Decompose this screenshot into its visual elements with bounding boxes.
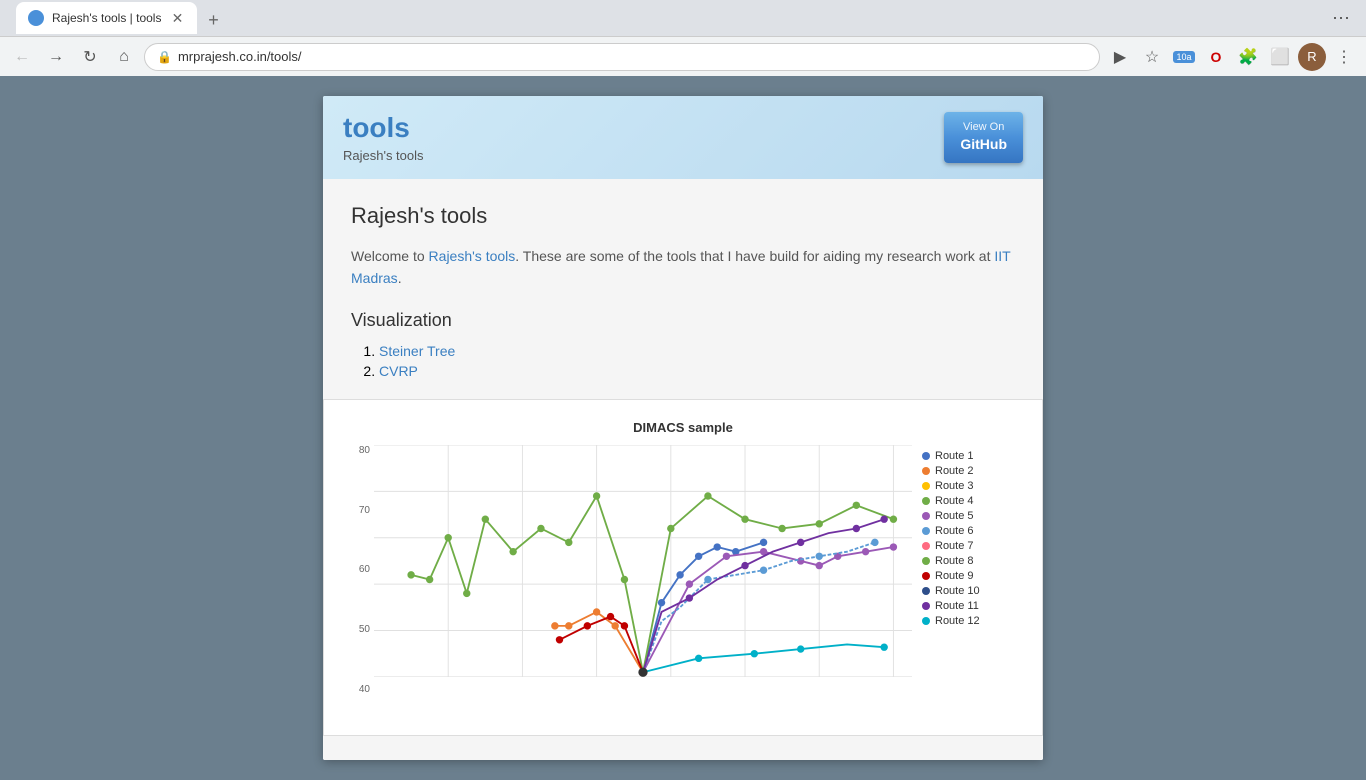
route3-label: Route 3 [935,480,974,492]
legend-route2: Route 2 [922,465,1022,477]
legend-route8: Route 8 [922,555,1022,567]
chart-svg [374,445,912,677]
chart-container: DIMACS sample 80 70 60 50 40 [323,399,1043,736]
back-button[interactable]: ← [8,43,36,71]
legend-route6: Route 6 [922,525,1022,537]
route10-label: Route 10 [935,585,980,597]
github-btn-line2: GitHub [960,135,1007,155]
y-label-70: 70 [359,505,370,516]
nav-bar: ← → ↻ ⌂ 🔒 ▶ ☆ 10a O 🧩 ⬜ R ⋮ [0,36,1366,76]
profile-avatar[interactable]: R [1298,43,1326,71]
forward-button[interactable]: → [42,43,70,71]
route2-dot [922,467,930,475]
new-tab-button[interactable]: + [199,6,227,34]
address-bar[interactable]: 🔒 [144,43,1100,71]
y-label-80: 80 [359,445,370,456]
route5-label: Route 5 [935,510,974,522]
route12-dot [922,617,930,625]
list-item: CVRP [379,363,1015,379]
tab-bar: Rajesh's tools | tools ✕ + [8,2,235,34]
legend-route11: Route 11 [922,600,1022,612]
github-button[interactable]: View On GitHub [944,112,1023,163]
route6-dot [922,527,930,535]
legend-route9: Route 9 [922,570,1022,582]
card-header: tools Rajesh's tools View On GitHub [323,96,1043,179]
card-body: Rajesh's tools Welcome to Rajesh's tools… [323,179,1043,760]
tab-favicon [28,10,44,26]
route4-dot [922,497,930,505]
chart-legend: Route 1 Route 2 Route 3 Route 4 [922,445,1022,715]
active-tab[interactable]: Rajesh's tools | tools ✕ [16,2,197,34]
route6-label: Route 6 [935,525,974,537]
more-button[interactable]: ⋮ [1330,43,1358,71]
route1-dot [922,452,930,460]
cast-icon[interactable]: ▶ [1106,43,1134,71]
route7-dot [922,542,930,550]
legend-route10: Route 10 [922,585,1022,597]
chart-plot: 80 70 60 50 40 [344,445,912,715]
route3-dot [922,482,930,490]
route2-label: Route 2 [935,465,974,477]
browser-chrome: Rajesh's tools | tools ✕ + ⋯ ← → ↻ ⌂ 🔒 ▶… [0,0,1366,76]
route4-label: Route 4 [935,495,974,507]
site-title: tools [343,112,424,144]
route8-dot [922,557,930,565]
list-item: Steiner Tree [379,343,1015,359]
y-label-40: 40 [359,684,370,695]
tab-close-button[interactable]: ✕ [169,10,185,26]
header-text: tools Rajesh's tools [343,112,424,163]
content-card: tools Rajesh's tools View On GitHub Raje… [323,96,1043,760]
bookmark-icon[interactable]: ☆ [1138,43,1166,71]
route8-label: Route 8 [935,555,974,567]
y-axis: 80 70 60 50 40 [344,445,374,695]
url-input[interactable] [178,49,1087,64]
reload-button[interactable]: ↻ [76,43,104,71]
home-button[interactable]: ⌂ [110,43,138,71]
legend-route7: Route 7 [922,540,1022,552]
y-label-50: 50 [359,624,370,635]
legend-route4: Route 4 [922,495,1022,507]
window-controls[interactable]: ⋯ [1324,4,1358,33]
route12-label: Route 12 [935,615,980,627]
route7-label: Route 7 [935,540,974,552]
route11-dot [922,602,930,610]
page-wrapper: tools Rajesh's tools View On GitHub Raje… [0,76,1366,780]
steiner-tree-link[interactable]: Steiner Tree [379,343,455,359]
extension-icon[interactable]: 10a [1170,43,1198,71]
opera-icon[interactable]: O [1202,43,1230,71]
y-label-60: 60 [359,564,370,575]
site-subtitle: Rajesh's tools [343,148,424,163]
puzzle-icon[interactable]: 🧩 [1234,43,1262,71]
chart-area: 80 70 60 50 40 [344,445,1022,715]
route11-label: Route 11 [935,600,979,612]
legend-route1: Route 1 [922,450,1022,462]
rajesh-tools-link[interactable]: Rajesh's tools [429,248,516,264]
route9-dot [922,572,930,580]
title-bar: Rajesh's tools | tools ✕ + ⋯ [0,0,1366,36]
ext-badge: 10a [1173,51,1194,63]
page-heading: Rajesh's tools [351,203,1015,229]
screen-icon[interactable]: ⬜ [1266,43,1294,71]
github-btn-line1: View On [960,120,1007,135]
route9-label: Route 9 [935,570,974,582]
visualization-heading: Visualization [351,310,1015,331]
route10-dot [922,587,930,595]
tools-list: Steiner Tree CVRP [351,343,1015,379]
cvrp-link[interactable]: CVRP [379,363,418,379]
legend-route5: Route 5 [922,510,1022,522]
toolbar-icons: ▶ ☆ 10a O 🧩 ⬜ R ⋮ [1106,43,1358,71]
route5-dot [922,512,930,520]
intro-paragraph: Welcome to Rajesh's tools. These are som… [351,245,1015,290]
tab-title: Rajesh's tools | tools [52,11,161,25]
legend-route3: Route 3 [922,480,1022,492]
lock-icon: 🔒 [157,50,172,64]
route1-label: Route 1 [935,450,974,462]
legend-route12: Route 12 [922,615,1022,627]
chart-title: DIMACS sample [344,420,1022,435]
